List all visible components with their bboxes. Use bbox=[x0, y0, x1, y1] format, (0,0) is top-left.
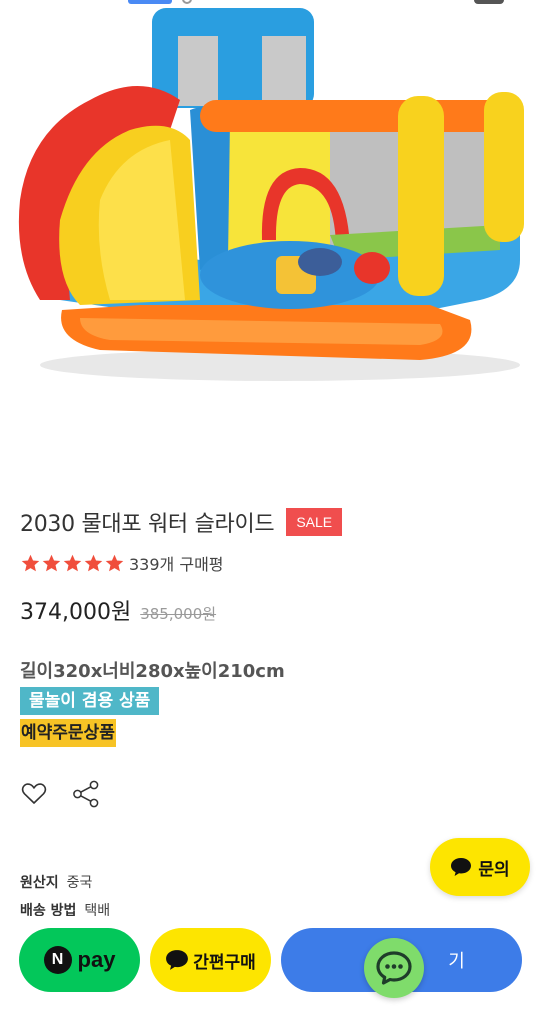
product-image[interactable] bbox=[0, 0, 540, 460]
naver-pay-label: pay bbox=[77, 947, 116, 972]
naver-n-icon: N bbox=[43, 946, 72, 974]
sale-badge: SALE bbox=[286, 508, 343, 536]
origin-label: 원산지 bbox=[20, 875, 59, 891]
title-row: 2030 물대포 워터 슬라이드 SALE bbox=[20, 506, 343, 538]
origin-row: 원산지 중국 bbox=[20, 872, 92, 892]
bottom-purchase-bar: N pay 간편구매 기 bbox=[0, 916, 540, 1015]
star-icon bbox=[105, 554, 124, 571]
chat-fab-button[interactable] bbox=[364, 938, 424, 998]
easy-buy-button[interactable]: 간편구매 bbox=[150, 928, 271, 992]
action-icons bbox=[20, 780, 100, 808]
share-button[interactable] bbox=[72, 780, 100, 808]
chat-icon bbox=[376, 951, 412, 985]
star-icon bbox=[21, 554, 40, 571]
inquiry-button[interactable]: 문의 bbox=[430, 838, 530, 896]
product-spec: 길이320x너비280x높이210cm bbox=[20, 661, 285, 682]
tag-preorder: 예약주문상품 bbox=[20, 719, 116, 747]
tag-water-play: 물놀이 겸용 상품 bbox=[20, 687, 160, 715]
share-icon bbox=[73, 780, 99, 808]
rating-row[interactable]: 339개 구매평 bbox=[20, 551, 224, 575]
original-price: 385,000원 bbox=[140, 605, 217, 623]
sale-price: 374,000원 bbox=[20, 600, 132, 625]
naver-pay-button[interactable]: N pay bbox=[19, 928, 140, 992]
star-icon bbox=[84, 554, 103, 571]
wishlist-button[interactable] bbox=[20, 780, 48, 808]
inflatable-water-slide-image bbox=[18, 8, 524, 381]
speech-bubble-icon bbox=[451, 858, 472, 876]
inquiry-label: 문의 bbox=[478, 859, 510, 880]
buy-label: 기 bbox=[448, 951, 465, 972]
rating-stars bbox=[20, 553, 125, 574]
origin-value: 중국 bbox=[66, 875, 93, 891]
price-row: 374,000원 385,000원 bbox=[20, 594, 216, 626]
speech-bubble-icon bbox=[166, 950, 189, 970]
star-icon bbox=[42, 554, 61, 571]
star-icon bbox=[63, 554, 82, 571]
easy-buy-label: 간편구매 bbox=[193, 952, 256, 973]
review-count[interactable]: 339개 구매평 bbox=[129, 551, 224, 575]
product-title: 2030 물대포 워터 슬라이드 bbox=[20, 512, 275, 537]
heart-icon bbox=[21, 783, 47, 804]
